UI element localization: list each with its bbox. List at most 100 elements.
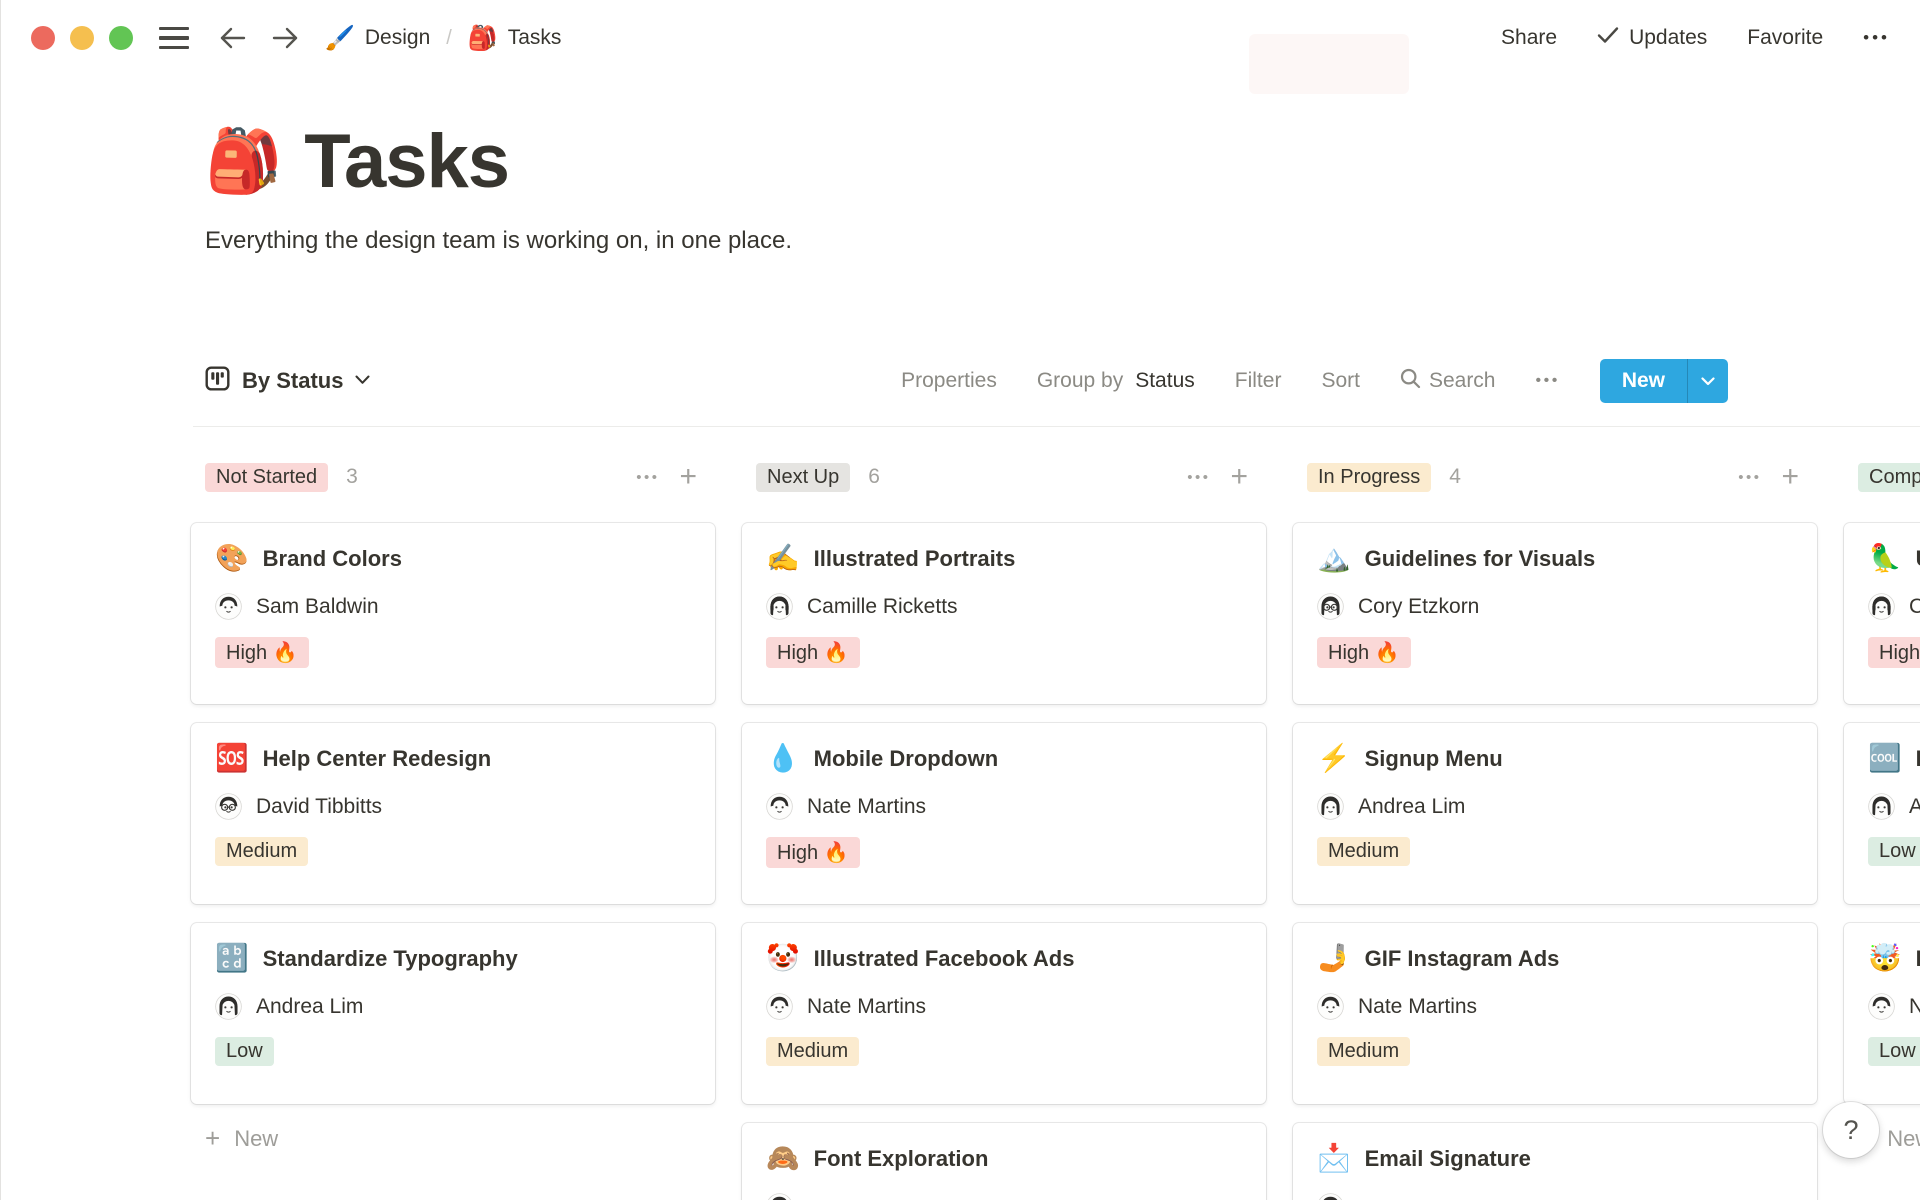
card-emoji-icon: 🏔️ <box>1317 543 1351 573</box>
priority-badge: High 🔥 <box>1868 637 1920 668</box>
assignee-name: Camille Ricketts <box>807 594 958 618</box>
column-header: Completed•••+ <box>1844 455 1920 499</box>
column-add-icon[interactable]: + <box>679 462 697 492</box>
board-column: In Progress 4 ••• + 🏔️ Guidelines for Visuals… <box>1293 455 1817 1200</box>
task-card[interactable]: ✍️ Illustrated Portraits Camille Ricketts H… <box>742 523 1266 704</box>
assignee-avatar <box>766 793 793 820</box>
card-title: GIF Instagram Ads <box>1364 945 1560 971</box>
column-add-icon[interactable]: + <box>1781 462 1799 492</box>
task-card[interactable]: 🆘 Help Center Redesign David Tibbitts Mediu… <box>191 723 715 904</box>
assignee-name: Sam Baldwin <box>256 594 379 618</box>
assignee-name: Andrea Lim <box>1358 794 1466 818</box>
priority-badge: High 🔥 <box>766 637 860 668</box>
task-card[interactable]: ⚡ Signup Menu Andrea Lim Medium <box>1293 723 1817 904</box>
assignee-avatar <box>1868 793 1895 820</box>
card-title: Mobile Dropdown <box>813 745 999 771</box>
column-header: In Progress 4 ••• + <box>1293 455 1817 499</box>
card-emoji-icon: 🔡 <box>215 943 249 973</box>
assignee-avatar <box>1317 993 1344 1020</box>
priority-badge: Low <box>1868 1037 1920 1066</box>
column-status-badge: Not Started <box>205 462 329 492</box>
task-card[interactable]: 📩 Email Signature <box>1293 1123 1817 1200</box>
task-card[interactable]: 🙈 Font Exploration <box>742 1123 1266 1200</box>
column-status-badge: In Progress <box>1307 462 1432 492</box>
assignee-name: David Tibbitts <box>256 794 383 818</box>
column-more-icon[interactable]: ••• <box>636 469 659 486</box>
card-emoji-icon: 🆘 <box>215 743 249 773</box>
assignee-avatar <box>1317 1193 1344 1200</box>
task-card[interactable]: 🤡 Illustrated Facebook Ads Nate Martins Med… <box>742 923 1266 1104</box>
column-more-icon[interactable]: ••• <box>1187 469 1210 486</box>
add-card-label: New <box>1887 1125 1920 1151</box>
card-emoji-icon: ✍️ <box>766 543 800 573</box>
card-title: B <box>1916 746 1920 772</box>
card-title: Email Signature <box>1364 1145 1531 1171</box>
add-card-label: New <box>234 1125 279 1151</box>
assignee-name: C <box>1909 594 1920 618</box>
task-card[interactable]: 🎨 Brand Colors Sam Baldwin High 🔥 <box>191 523 715 704</box>
card-title: U <box>1916 546 1920 572</box>
plus-icon: + <box>205 1123 221 1153</box>
assignee-avatar <box>766 993 793 1020</box>
task-card[interactable]: 🤳 GIF Instagram Ads Nate Martins Medium <box>1293 923 1817 1104</box>
card-title: Standardize Typography <box>262 945 518 971</box>
card-title: Illustrated Portraits <box>813 545 1016 571</box>
task-card[interactable]: 🔡 Standardize Typography Andrea Lim Low <box>191 923 715 1104</box>
priority-badge: Medium <box>215 837 309 866</box>
assignee-avatar <box>1317 793 1344 820</box>
assignee-avatar <box>1868 993 1895 1020</box>
card-title: Font Exploration <box>813 1145 989 1171</box>
card-emoji-icon: 🤳 <box>1317 943 1351 973</box>
assignee-name: Andrea Lim <box>256 994 364 1018</box>
priority-badge: High 🔥 <box>1317 637 1411 668</box>
card-emoji-icon: ⚡ <box>1317 743 1351 773</box>
card-emoji-icon: 📩 <box>1317 1143 1351 1173</box>
assignee-avatar <box>215 793 242 820</box>
column-count: 6 <box>868 465 880 488</box>
column-header: Next Up 6 ••• + <box>742 455 1266 499</box>
board: Not Started 3 ••• + 🎨 Brand Colors Sam Baldwin… <box>1 0 1920 1200</box>
assignee-name: N <box>1909 994 1920 1018</box>
assignee-avatar <box>766 593 793 620</box>
board-column: Next Up 6 ••• + ✍️ Illustrated Portraits Camil… <box>742 455 1266 1200</box>
priority-badge: Medium <box>1317 1037 1411 1066</box>
assignee-avatar <box>215 993 242 1020</box>
priority-badge: Medium <box>766 1037 860 1066</box>
assignee-avatar <box>766 1193 793 1200</box>
board-column: Completed•••+🦜UCHigh 🔥🆒BALow🤯HNLow+New <box>1844 455 1920 1154</box>
priority-badge: Medium <box>1317 837 1411 866</box>
card-emoji-icon: 🤯 <box>1868 943 1902 973</box>
assignee-name: Cory Etzkorn <box>1358 594 1480 618</box>
card-title: Signup Menu <box>1364 745 1503 771</box>
card-title: Guidelines for Visuals <box>1364 545 1596 571</box>
board-column: Not Started 3 ••• + 🎨 Brand Colors Sam Baldwin… <box>191 455 715 1154</box>
assignee-name: Nate Martins <box>807 794 927 818</box>
assignee-name: Nate Martins <box>1358 994 1478 1018</box>
assignee-avatar <box>1868 593 1895 620</box>
card-emoji-icon: 🤡 <box>766 943 800 973</box>
column-count: 3 <box>346 465 358 488</box>
column-status-badge: Completed <box>1858 462 1920 492</box>
assignee-name: A <box>1909 794 1920 818</box>
card-emoji-icon: 💧 <box>766 743 800 773</box>
priority-badge: Low <box>215 1037 274 1066</box>
help-button[interactable]: ? <box>1823 1102 1879 1158</box>
priority-badge: Low <box>1868 837 1920 866</box>
task-card[interactable]: 🏔️ Guidelines for Visuals Cory Etzkorn High… <box>1293 523 1817 704</box>
column-more-icon[interactable]: ••• <box>1738 469 1761 486</box>
assignee-name: Nate Martins <box>807 994 927 1018</box>
card-emoji-icon: 🙈 <box>766 1143 800 1173</box>
add-card-button[interactable]: + New <box>191 1123 715 1154</box>
task-card[interactable]: 🦜 UC High 🔥 <box>1844 523 1920 704</box>
task-card[interactable]: 💧 Mobile Dropdown Nate Martins High 🔥 <box>742 723 1266 904</box>
card-emoji-icon: 🆒 <box>1868 743 1902 773</box>
assignee-avatar <box>215 593 242 620</box>
task-card[interactable]: 🤯 HN Low <box>1844 923 1920 1104</box>
column-add-icon[interactable]: + <box>1230 462 1248 492</box>
column-header: Not Started 3 ••• + <box>191 455 715 499</box>
task-card[interactable]: 🆒 BA Low <box>1844 723 1920 904</box>
priority-badge: High 🔥 <box>766 837 860 868</box>
assignee-avatar <box>1317 593 1344 620</box>
card-title: Illustrated Facebook Ads <box>813 945 1075 971</box>
priority-badge: High 🔥 <box>215 637 309 668</box>
